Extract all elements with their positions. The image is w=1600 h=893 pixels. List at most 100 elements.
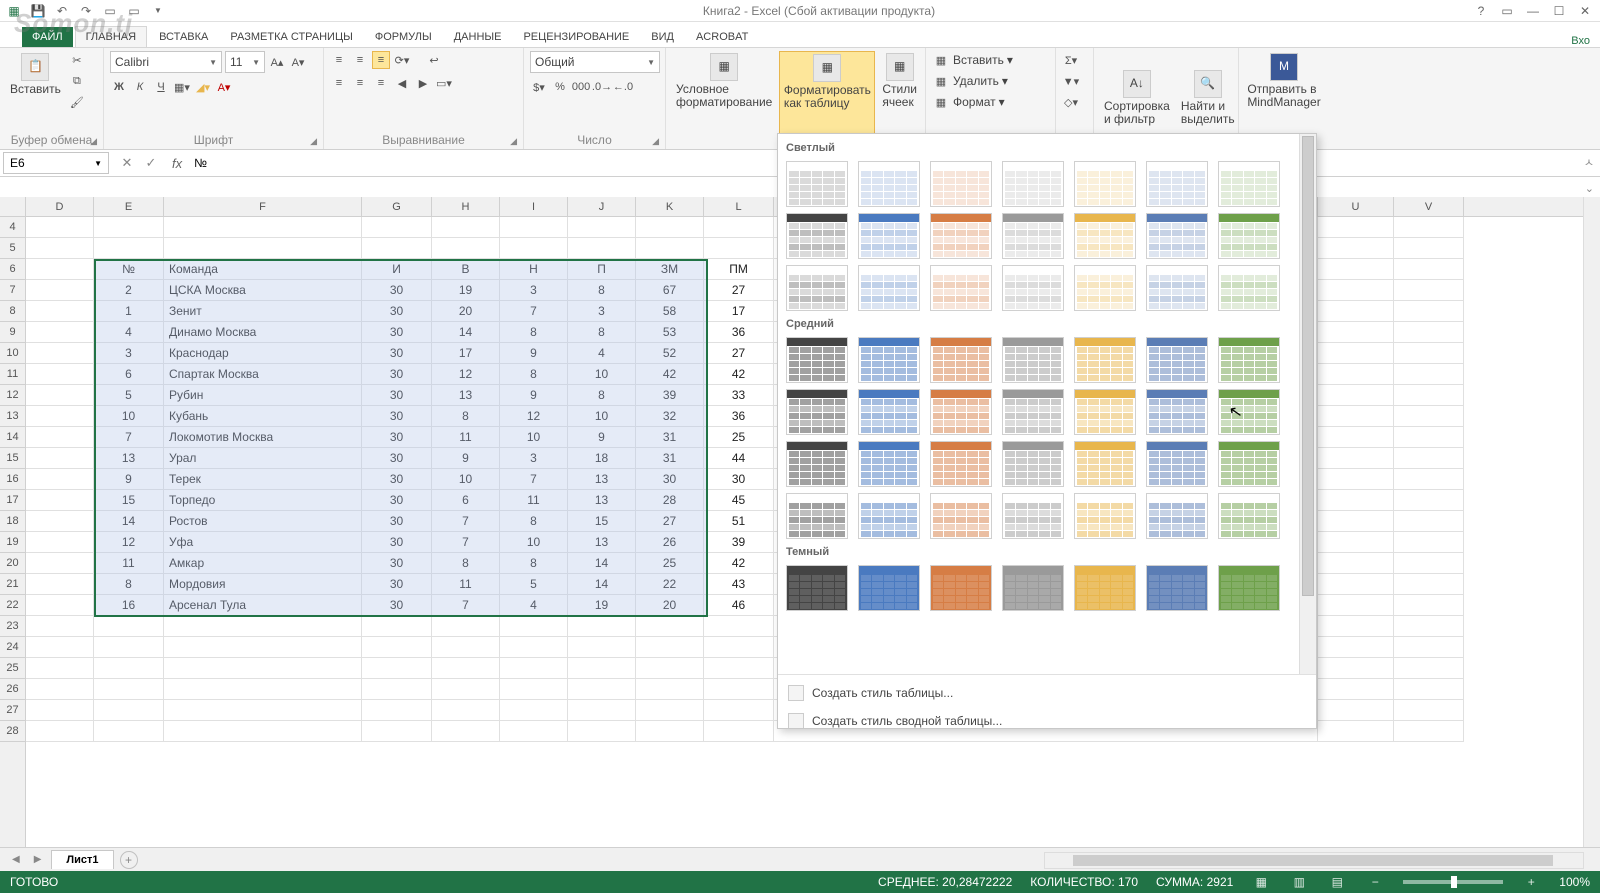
cell[interactable] xyxy=(432,217,500,238)
cell[interactable]: 8 xyxy=(432,406,500,427)
table-style-thumb[interactable] xyxy=(858,565,920,611)
cell[interactable] xyxy=(26,301,94,322)
sort-filter-button[interactable]: A↓ Сортировка и фильтр xyxy=(1100,68,1174,128)
cell[interactable]: 13 xyxy=(568,469,636,490)
dec-decimal-icon[interactable]: ←.0 xyxy=(614,78,632,96)
fx-icon[interactable]: fx xyxy=(166,156,188,171)
cell[interactable] xyxy=(94,637,164,658)
cell[interactable] xyxy=(1318,511,1394,532)
cell[interactable] xyxy=(432,679,500,700)
cell[interactable] xyxy=(1394,427,1464,448)
cell[interactable]: И xyxy=(362,259,432,280)
cell[interactable] xyxy=(94,217,164,238)
row-header[interactable]: 24 xyxy=(0,637,25,658)
cell[interactable]: Локомотив Москва xyxy=(164,427,362,448)
table-style-thumb[interactable] xyxy=(1218,213,1280,259)
cell[interactable] xyxy=(26,217,94,238)
cell[interactable] xyxy=(1394,616,1464,637)
cell[interactable] xyxy=(26,679,94,700)
cell[interactable] xyxy=(568,679,636,700)
cell[interactable]: Кубань xyxy=(164,406,362,427)
enter-formula-icon[interactable]: ✓ xyxy=(140,155,162,171)
cell[interactable] xyxy=(704,238,774,259)
cell[interactable] xyxy=(568,616,636,637)
align-right-icon[interactable]: ≡ xyxy=(372,74,390,92)
ribbon-options-icon[interactable]: ▭ xyxy=(1496,4,1518,18)
cell[interactable] xyxy=(1318,679,1394,700)
cell[interactable]: 42 xyxy=(704,364,774,385)
row-header[interactable]: 25 xyxy=(0,658,25,679)
cell[interactable]: 27 xyxy=(704,280,774,301)
align-middle-icon[interactable]: ≡ xyxy=(351,51,369,69)
cell[interactable]: 11 xyxy=(432,574,500,595)
row-header[interactable]: 22 xyxy=(0,595,25,616)
cell[interactable] xyxy=(1394,532,1464,553)
table-style-thumb[interactable] xyxy=(858,161,920,207)
gallery-scrollbar[interactable] xyxy=(1299,134,1316,674)
tab-review[interactable]: РЕЦЕНЗИРОВАНИЕ xyxy=(513,27,639,47)
cell[interactable] xyxy=(26,343,94,364)
tab-acrobat[interactable]: ACROBAT xyxy=(686,27,758,47)
merge-icon[interactable]: ▭▾ xyxy=(435,74,453,92)
cell[interactable]: 42 xyxy=(636,364,704,385)
cell[interactable]: 30 xyxy=(362,343,432,364)
column-header[interactable]: F xyxy=(164,197,362,216)
cell[interactable]: Арсенал Тула xyxy=(164,595,362,616)
cell[interactable]: 31 xyxy=(636,448,704,469)
cell[interactable] xyxy=(1394,280,1464,301)
row-header[interactable]: 12 xyxy=(0,385,25,406)
cell[interactable] xyxy=(164,217,362,238)
expand-formula-bar-icon[interactable]: ⌄ xyxy=(1585,182,1594,195)
cell[interactable] xyxy=(164,700,362,721)
cell[interactable]: 2 xyxy=(94,280,164,301)
cell[interactable] xyxy=(1394,343,1464,364)
align-bottom-icon[interactable]: ≡ xyxy=(372,51,390,69)
cell[interactable] xyxy=(26,658,94,679)
format-as-table-button[interactable]: ▦ Форматировать как таблицу xyxy=(779,51,875,145)
table-style-thumb[interactable] xyxy=(1002,337,1064,383)
cell[interactable] xyxy=(1318,385,1394,406)
cell[interactable]: 10 xyxy=(568,406,636,427)
cell[interactable] xyxy=(94,238,164,259)
cell[interactable] xyxy=(1394,217,1464,238)
row-header[interactable]: 15 xyxy=(0,448,25,469)
cell[interactable]: 32 xyxy=(636,406,704,427)
redo-icon[interactable]: ↷ xyxy=(78,3,94,19)
cell[interactable]: Зенит xyxy=(164,301,362,322)
grow-font-icon[interactable]: A▴ xyxy=(268,53,286,71)
number-dialog-icon[interactable]: ◢ xyxy=(652,136,659,147)
table-style-thumb[interactable] xyxy=(930,565,992,611)
cell[interactable]: 7 xyxy=(432,595,500,616)
cell[interactable]: 9 xyxy=(94,469,164,490)
cell[interactable]: 13 xyxy=(568,490,636,511)
cell[interactable] xyxy=(432,700,500,721)
clipboard-dialog-icon[interactable]: ◢ xyxy=(90,136,97,147)
row-header[interactable]: 8 xyxy=(0,301,25,322)
cell[interactable]: 8 xyxy=(568,280,636,301)
send-mindmanager-button[interactable]: M Отправить в MindManager xyxy=(1245,51,1323,111)
cell[interactable] xyxy=(1318,280,1394,301)
sheet-nav-next-icon[interactable]: ▶ xyxy=(30,854,46,865)
cell[interactable] xyxy=(704,616,774,637)
minimize-icon[interactable]: — xyxy=(1522,4,1544,18)
cell[interactable]: 45 xyxy=(704,490,774,511)
cell[interactable]: 3 xyxy=(568,301,636,322)
table-style-thumb[interactable] xyxy=(1146,265,1208,311)
cell[interactable]: Спартак Москва xyxy=(164,364,362,385)
cell[interactable] xyxy=(636,616,704,637)
row-header[interactable]: 5 xyxy=(0,238,25,259)
cell[interactable] xyxy=(1318,490,1394,511)
cell[interactable] xyxy=(1394,238,1464,259)
view-break-icon[interactable]: ▤ xyxy=(1327,875,1347,889)
cell[interactable]: 8 xyxy=(568,322,636,343)
cell[interactable] xyxy=(26,595,94,616)
column-header[interactable]: I xyxy=(500,197,568,216)
cell[interactable] xyxy=(1394,406,1464,427)
cell[interactable]: Уфа xyxy=(164,532,362,553)
cell[interactable] xyxy=(26,637,94,658)
cell[interactable] xyxy=(1318,238,1394,259)
cell[interactable]: 20 xyxy=(636,595,704,616)
cell[interactable]: Терек xyxy=(164,469,362,490)
cell[interactable] xyxy=(636,217,704,238)
clear-icon[interactable]: ◇▾ xyxy=(1062,93,1080,111)
